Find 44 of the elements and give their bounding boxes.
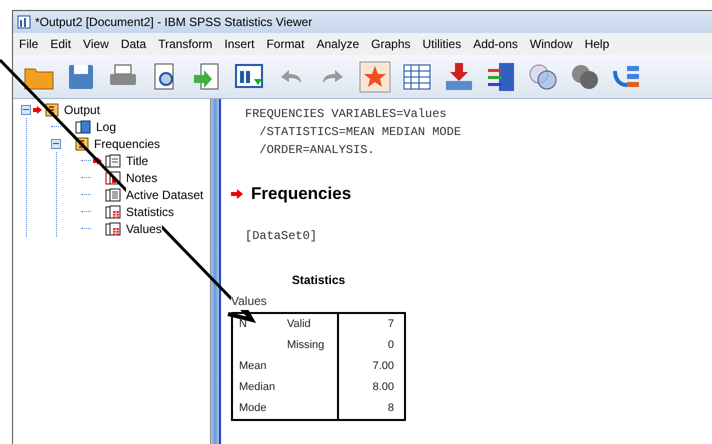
document-icon (105, 154, 121, 168)
outline-item[interactable]: Active Dataset (126, 186, 204, 204)
document-icon (105, 188, 121, 202)
table-cell-text: 8.00 (372, 380, 395, 395)
menu-item[interactable]: Window (530, 35, 573, 53)
app-icon (17, 15, 31, 29)
table-cell-text: 7.00 (372, 358, 395, 374)
menu-item[interactable]: View (83, 35, 109, 53)
outline-item[interactable]: Statistics (126, 202, 174, 220)
menu-item[interactable]: Utilities (422, 35, 462, 53)
arrow-icon (231, 188, 243, 199)
collapse-toggle[interactable] (51, 138, 61, 148)
collapse-toggle[interactable] (21, 104, 31, 114)
table-title: Statistics (290, 272, 346, 288)
row-label: Median (239, 380, 276, 395)
window-title: *Output2 [Document2] - IBM SPSS Statistics Viewer (35, 14, 312, 31)
menu-item[interactable]: Add-ons (473, 35, 518, 53)
row-label: N (239, 316, 248, 332)
table-cell-text: 0 (386, 338, 395, 353)
insert-row-icon[interactable] (443, 60, 475, 92)
syntax-line: FREQUENCIES VARIABLES=Values (245, 106, 448, 123)
menu-item[interactable]: File (19, 35, 38, 53)
log-icon (75, 120, 91, 134)
table-icon (105, 222, 121, 236)
row-label: Mean (239, 358, 268, 374)
menu-item[interactable]: Data (120, 35, 146, 53)
notes-icon (105, 170, 121, 184)
row-label: Mode (239, 400, 268, 416)
menu-item[interactable]: Graphs (371, 35, 411, 53)
row-sublabel: Valid (287, 316, 311, 332)
menu-item[interactable]: Edit (50, 35, 72, 53)
syntax-line: /STATISTICS=MEAN MEDIAN MODE (258, 124, 462, 141)
table-cell-text: 7 (386, 316, 395, 332)
syntax-line: /ORDER=ANALYSIS. (258, 142, 376, 159)
dataset-label: [DataSet0] (244, 228, 318, 244)
row-sublabel: Missing (287, 338, 324, 353)
menu-item[interactable]: Insert (224, 35, 254, 53)
menu-item[interactable]: Help (584, 35, 610, 53)
table-cell-text: 8 (386, 400, 395, 416)
menu-item[interactable]: Analyze (316, 35, 360, 53)
table-icon (105, 204, 121, 218)
menu-item[interactable]: Format (266, 35, 304, 53)
output-heading: Frequencies (251, 183, 352, 205)
menu-item[interactable]: Transform (158, 35, 212, 53)
